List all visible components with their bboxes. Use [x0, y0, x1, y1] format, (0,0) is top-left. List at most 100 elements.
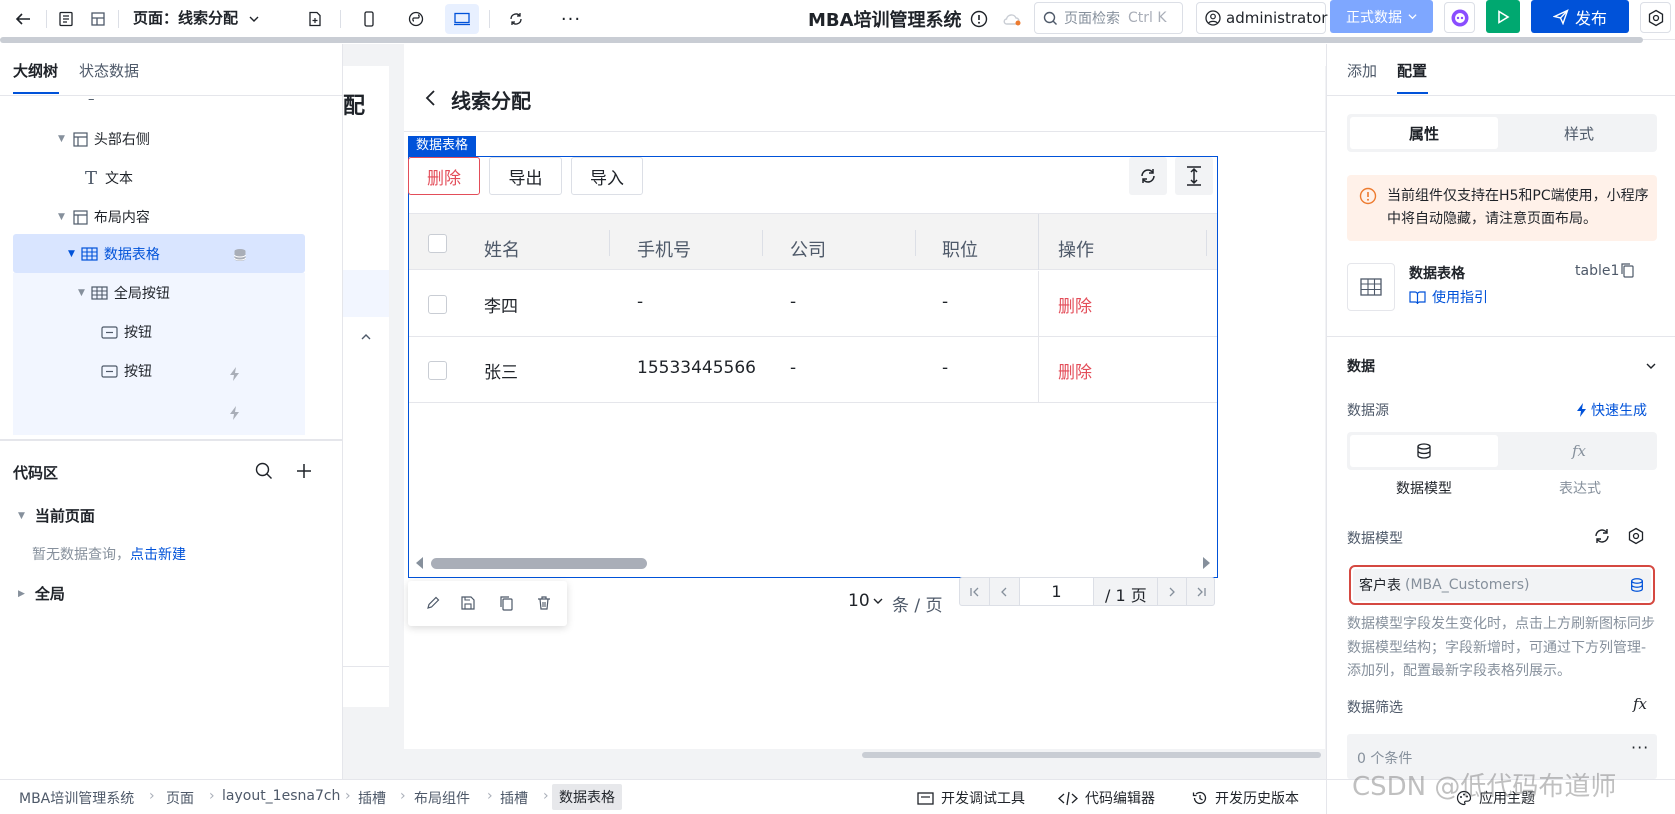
scroll-left-arrow[interactable]: [416, 557, 424, 569]
column-header[interactable]: 职位: [942, 236, 978, 262]
breadcrumb-item[interactable]: MBA培训管理系统: [19, 788, 134, 808]
copy-icon[interactable]: [1619, 262, 1635, 278]
user-menu[interactable]: administrator: [1196, 2, 1327, 34]
column-header[interactable]: 公司: [790, 236, 826, 262]
chevron-down-icon: [1645, 360, 1657, 372]
export-button[interactable]: 导出: [489, 157, 562, 195]
column-header[interactable]: 手机号: [637, 236, 691, 262]
delete-icon[interactable]: [536, 595, 552, 611]
refresh-icon[interactable]: [502, 4, 530, 34]
breadcrumb-item[interactable]: 插槽: [500, 788, 528, 808]
code-current-page[interactable]: ▼ 当前页面: [18, 505, 95, 526]
row-checkbox[interactable]: [428, 361, 447, 380]
import-button[interactable]: 导入: [571, 157, 643, 195]
back-arrow-icon[interactable]: [8, 4, 38, 34]
select-all-checkbox[interactable]: [428, 234, 447, 253]
chevron-up-icon[interactable]: [360, 331, 372, 343]
tree-node-data-table[interactable]: ▼ 数据表格: [68, 235, 160, 273]
tree-node-global-buttons[interactable]: ▼ 全局按钮: [78, 274, 170, 312]
create-query-link[interactable]: 点击新建: [130, 547, 186, 563]
env-select[interactable]: 正式数据: [1330, 0, 1433, 33]
tree-node-text[interactable]: T 文本: [85, 159, 133, 197]
debug-tools-button[interactable]: 开发调试工具: [917, 788, 1025, 808]
code-global[interactable]: ▶ 全局: [18, 583, 65, 604]
copy-icon[interactable]: [498, 595, 514, 611]
table-scroll-thumb[interactable]: [431, 558, 647, 569]
tree-node-button-1[interactable]: 按钮: [101, 313, 152, 351]
mobile-view-icon[interactable]: [355, 4, 383, 34]
page-search-input[interactable]: 页面检索 Ctrl K: [1034, 2, 1183, 34]
tab-config[interactable]: 配置: [1397, 60, 1427, 81]
database-icon[interactable]: [1350, 435, 1498, 467]
more-icon[interactable]: ···: [557, 4, 585, 34]
code-editor-button[interactable]: 代码编辑器: [1058, 788, 1155, 808]
back-chevron-icon[interactable]: [424, 89, 438, 107]
breadcrumb-current[interactable]: 数据表格: [552, 784, 622, 810]
cloud-sync-icon[interactable]: [998, 4, 1026, 34]
ai-assistant-icon[interactable]: [1444, 2, 1475, 33]
page-selector[interactable]: 页面：线索分配: [133, 7, 259, 28]
row-checkbox[interactable]: [428, 295, 447, 314]
settings-icon[interactable]: [1640, 2, 1671, 33]
per-page-label: 条 / 页: [892, 596, 943, 616]
lightning-icon[interactable]: [227, 405, 243, 421]
quick-generate-link[interactable]: 快速生成: [1575, 400, 1647, 420]
tab-outline-tree[interactable]: 大纲树: [13, 60, 58, 81]
column-header[interactable]: 操作: [1058, 236, 1094, 262]
breadcrumb-item[interactable]: layout_1esna7ch: [222, 788, 340, 804]
save-icon[interactable]: [460, 595, 476, 611]
canvas-horizontal-scrollbar[interactable]: [862, 752, 1321, 758]
panel-divider[interactable]: [0, 439, 343, 441]
outline-icon[interactable]: [52, 4, 80, 34]
row-delete-link[interactable]: 删除: [1058, 358, 1092, 383]
layout-icon[interactable]: [84, 4, 112, 34]
miniprogram-view-icon[interactable]: [402, 4, 430, 34]
tab-properties[interactable]: 属性: [1350, 117, 1498, 149]
breadcrumb-item[interactable]: 插槽: [358, 788, 386, 808]
preview-button[interactable]: [1486, 0, 1520, 33]
filter-fx-icon[interactable]: fx: [1633, 695, 1647, 713]
first-page-icon[interactable]: [960, 578, 989, 605]
row-delete-link[interactable]: 删除: [1058, 292, 1092, 317]
info-icon[interactable]: [966, 4, 992, 34]
tab-styles[interactable]: 样式: [1505, 117, 1653, 149]
refresh-icon[interactable]: [1129, 157, 1167, 195]
tab-state-data[interactable]: 状态数据: [79, 60, 139, 81]
next-page-icon[interactable]: [1157, 578, 1186, 605]
data-model-select[interactable]: 客户表 (MBA_Customers): [1353, 569, 1651, 601]
last-page-icon[interactable]: [1186, 578, 1215, 605]
ds-option-model[interactable]: 数据模型: [1347, 478, 1501, 498]
edit-icon[interactable]: [425, 595, 441, 611]
row-height-icon[interactable]: [1175, 157, 1213, 195]
ds-option-expression[interactable]: 表达式: [1503, 478, 1657, 498]
column-header[interactable]: 姓名: [484, 236, 520, 262]
prev-page-icon[interactable]: [989, 578, 1018, 605]
tab-add[interactable]: 添加: [1347, 60, 1377, 81]
more-icon[interactable]: ···: [1631, 738, 1649, 757]
publish-button[interactable]: 发布: [1531, 0, 1629, 33]
bulk-delete-button[interactable]: 删除: [408, 157, 480, 195]
model-settings-icon[interactable]: [1627, 527, 1645, 545]
table-row[interactable]: 李四 - - - 删除: [409, 271, 1217, 337]
history-button[interactable]: 开发历史版本: [1192, 788, 1299, 808]
lightning-icon[interactable]: [227, 366, 243, 382]
usage-guide-link[interactable]: 使用指引: [1409, 287, 1488, 307]
new-page-icon[interactable]: [302, 4, 328, 34]
tree-node-button-2[interactable]: 按钮: [101, 352, 152, 390]
refresh-model-icon[interactable]: [1593, 527, 1611, 545]
top-scrollbar[interactable]: [0, 37, 1643, 43]
expression-fx-icon[interactable]: fx: [1505, 435, 1653, 467]
scroll-right-arrow[interactable]: [1202, 557, 1210, 569]
search-icon[interactable]: [255, 462, 273, 480]
tree-node-layout-content[interactable]: ▼ 布局内容: [58, 198, 150, 236]
page-number-input[interactable]: 1: [1019, 578, 1094, 605]
pc-view-icon[interactable]: [445, 4, 479, 34]
table-row[interactable]: 张三 15533445566 - - 删除: [409, 337, 1217, 403]
breadcrumb-item[interactable]: 页面: [166, 788, 194, 808]
page-size-select[interactable]: 10: [848, 591, 883, 611]
data-section-header[interactable]: 数据: [1347, 351, 1657, 381]
add-icon[interactable]: [295, 462, 313, 480]
breadcrumb-item[interactable]: 布局组件: [414, 788, 470, 808]
tree-node-header-right[interactable]: ▼ 头部右侧: [58, 120, 150, 158]
data-table-component[interactable]: 删除 导出 导入 姓名 手机号 公司 职位 操作 李四 - - - 删除 张三 …: [408, 156, 1218, 578]
